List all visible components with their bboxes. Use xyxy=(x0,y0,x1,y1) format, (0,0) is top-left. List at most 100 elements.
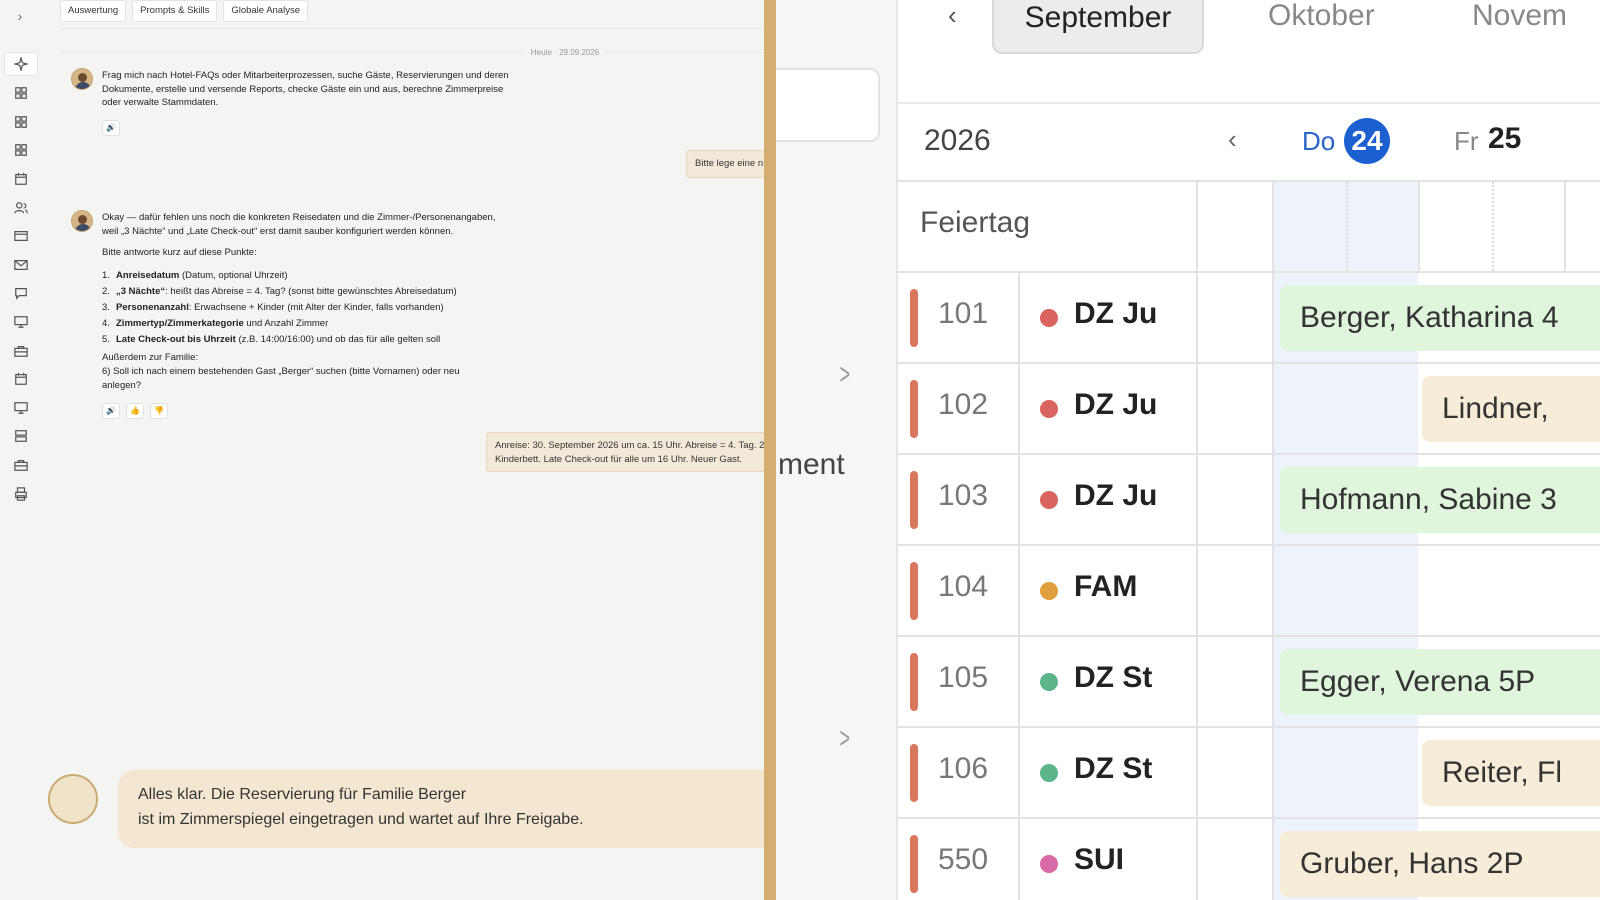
assistant-message: Frag mich nach Hotel-FAQs oder Mitarbeit… xyxy=(102,70,509,108)
monitor-icon[interactable] xyxy=(4,396,38,420)
grid-line xyxy=(1272,182,1274,271)
chat-icon[interactable] xyxy=(4,281,38,305)
chevron-right-icon[interactable]: › xyxy=(12,8,28,24)
table-row[interactable]: 104 FAM xyxy=(898,546,1600,637)
year-label: 2026 xyxy=(924,124,991,157)
sparkle-icon[interactable] xyxy=(4,52,38,76)
holiday-row: Feiertag xyxy=(898,182,1600,273)
divider-bar xyxy=(764,0,776,900)
room-number: 105 xyxy=(938,661,989,694)
month-november[interactable]: Novem xyxy=(1472,0,1567,54)
reservation-block[interactable]: Berger, Katharina 4 xyxy=(1280,285,1600,351)
thumbs-up-icon[interactable]: 👍 xyxy=(126,403,144,419)
table-row[interactable]: 102 DZ Ju Lindner, xyxy=(898,364,1600,455)
reservation-block[interactable]: Reiter, Fl xyxy=(1422,740,1600,806)
message-line: ist im Zimmerspiegel eingetragen und war… xyxy=(138,811,584,828)
room-status-tag xyxy=(910,744,918,802)
grid-line xyxy=(1196,546,1198,635)
day-header: 2026 ‹ Do 24 Fr 25 xyxy=(898,104,1600,182)
message-line: Alles klar. Die Reservierung für Familie… xyxy=(138,786,467,803)
grid-line xyxy=(1018,455,1020,544)
room-number: 550 xyxy=(938,843,989,876)
room-category: DZ St xyxy=(1074,661,1153,694)
dashboard-icon[interactable] xyxy=(4,110,38,134)
holiday-label: Feiertag xyxy=(920,206,1031,239)
grid-line xyxy=(1418,182,1420,271)
table-row[interactable]: 106 DZ St Reiter, Fl xyxy=(898,728,1600,819)
category-dot xyxy=(1040,309,1058,327)
chevron-right-icon[interactable]: > xyxy=(840,722,851,756)
room-category: FAM xyxy=(1074,570,1138,603)
user-message-line: Anreise: 30. September 2026 um ca. 15 Uh… xyxy=(495,440,765,451)
tab-auswertung[interactable]: Auswertung xyxy=(60,0,127,22)
monitor-icon[interactable] xyxy=(4,310,38,334)
users-icon[interactable] xyxy=(4,196,38,220)
tab-prompts-skills[interactable]: Prompts & Skills xyxy=(132,0,218,22)
list-item: 5. Late Check-out bis Uhrzeit (z.B. 14:00… xyxy=(102,334,441,345)
room-number: 103 xyxy=(938,479,989,512)
month-oktober[interactable]: Oktober xyxy=(1268,0,1375,54)
reservation-block[interactable]: Egger, Verena 5P xyxy=(1280,649,1600,715)
category-dot xyxy=(1040,855,1058,873)
sidebar: › xyxy=(0,0,42,520)
category-dot xyxy=(1040,673,1058,691)
question-list: 1. Anreisedatum (Datum, optional Uhrzeit)… xyxy=(102,268,457,348)
card-icon[interactable] xyxy=(4,224,38,248)
dashboard-icon[interactable] xyxy=(4,81,38,105)
dashboard-icon[interactable] xyxy=(4,138,38,162)
grid-line xyxy=(1196,182,1198,271)
grid-line xyxy=(1196,819,1198,900)
user-message: Bitte lege eine n xyxy=(686,150,776,178)
grid-line xyxy=(1272,364,1274,453)
thumbs-down-icon[interactable]: 👎 xyxy=(150,403,168,419)
top-tabs: Auswertung Prompts & Skills Globale Anal… xyxy=(60,0,308,22)
reservation-block[interactable]: Gruber, Hans 2P xyxy=(1280,831,1600,897)
speaker-icon[interactable]: 🔊 xyxy=(102,120,120,136)
briefcase-icon[interactable] xyxy=(4,453,38,477)
reservation-block[interactable]: Hofmann, Sabine 3 xyxy=(1280,467,1600,533)
grid-line xyxy=(1018,728,1020,817)
room-number: 101 xyxy=(938,297,989,330)
chevron-left-icon[interactable]: ‹ xyxy=(1228,124,1237,155)
input-box[interactable] xyxy=(776,68,880,142)
table-row[interactable]: 550 SUI Gruber, Hans 2P xyxy=(898,819,1600,900)
month-selector: ‹ September Oktober Novem xyxy=(898,0,1600,104)
grid-line xyxy=(1196,273,1198,362)
chevron-right-icon[interactable]: > xyxy=(840,358,851,392)
category-dot xyxy=(1040,582,1058,600)
server-icon[interactable] xyxy=(4,424,38,448)
room-category: DZ St xyxy=(1074,752,1153,785)
user-message-line: Kinderbett. Late Check-out für alle um 1… xyxy=(495,453,743,465)
calendar-icon[interactable] xyxy=(4,367,38,391)
today-column xyxy=(1274,728,1418,817)
printer-icon[interactable] xyxy=(4,482,38,506)
mail-icon[interactable] xyxy=(4,253,38,277)
weekday-label: Do xyxy=(1302,126,1336,156)
list-item: 3. Personenanzahl: Erwachsene + Kinder (m… xyxy=(102,302,444,313)
calendar-icon[interactable] xyxy=(4,167,38,191)
table-row[interactable]: 101 DZ Ju Berger, Katharina 4 xyxy=(898,273,1600,364)
grid-line xyxy=(1018,819,1020,900)
assistant-avatar xyxy=(71,68,93,90)
chevron-left-icon[interactable]: ‹ xyxy=(948,0,957,31)
month-september[interactable]: September xyxy=(992,0,1204,54)
table-row[interactable]: 103 DZ Ju Hofmann, Sabine 3 xyxy=(898,455,1600,546)
weekday-label: Fr xyxy=(1454,126,1479,156)
briefcase-icon[interactable] xyxy=(4,339,38,363)
room-status-tag xyxy=(910,835,918,893)
room-status-tag xyxy=(910,562,918,620)
assistant-message: Alles klar. Die Reservierung für Familie… xyxy=(118,770,778,848)
day-number[interactable]: 25 xyxy=(1488,122,1521,156)
room-calendar: ‹ September Oktober Novem 2026 ‹ Do 24 F… xyxy=(896,0,1600,900)
room-number: 102 xyxy=(938,388,989,421)
day-number-today[interactable]: 24 xyxy=(1344,118,1390,164)
tab-globale-analyse[interactable]: Globale Analyse xyxy=(223,0,308,22)
grid-line xyxy=(1018,273,1020,362)
grid-line xyxy=(1272,273,1274,362)
table-row[interactable]: 105 DZ St Egger, Verena 5P xyxy=(898,637,1600,728)
list-item: 2. „3 Nächte“: heißt das Abreise = 4. Tag… xyxy=(102,286,457,297)
room-category: DZ Ju xyxy=(1074,388,1158,421)
grid-line xyxy=(1018,364,1020,453)
speaker-icon[interactable]: 🔊 xyxy=(102,403,120,419)
reservation-block[interactable]: Lindner, xyxy=(1422,376,1600,442)
